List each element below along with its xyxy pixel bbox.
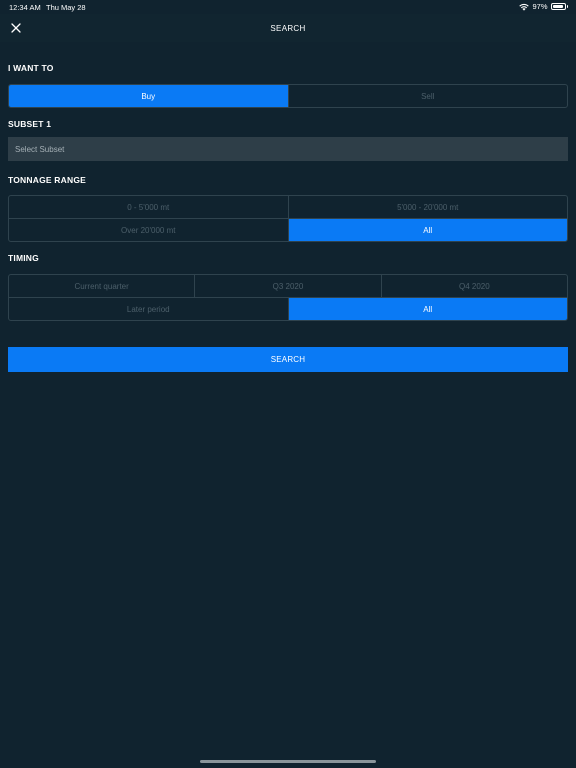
tonnage-option-5000-20000[interactable]: 5'000 - 20'000 mt xyxy=(287,196,568,218)
intent-option-sell[interactable]: Sell xyxy=(287,85,568,107)
subset-select[interactable]: Select Subset xyxy=(8,137,568,161)
battery-icon xyxy=(550,3,566,10)
nav-bar: SEARCH xyxy=(0,14,576,42)
subset-label: SUBSET 1 xyxy=(8,119,52,129)
battery-percentage: 97% xyxy=(532,2,548,11)
intent-option-buy[interactable]: Buy xyxy=(9,85,288,107)
status-bar: 12:34 AM Thu May 28 97% xyxy=(0,0,576,14)
intent-segmented-control: Buy Sell xyxy=(8,84,568,108)
tonnage-option-over-20000[interactable]: Over 20'000 mt xyxy=(9,219,288,241)
timing-option-q3-2020[interactable]: Q3 2020 xyxy=(194,275,380,297)
tonnage-option-all[interactable]: All xyxy=(287,219,567,241)
battery-fill xyxy=(552,5,564,8)
wifi-icon xyxy=(519,3,530,11)
home-indicator xyxy=(200,760,376,763)
timing-segmented-control: Current quarter Q3 2020 Q4 2020 Later pe… xyxy=(8,274,568,321)
tonnage-option-0-5000[interactable]: 0 - 5'000 mt xyxy=(9,196,288,218)
battery-tip xyxy=(566,5,568,8)
timing-option-all[interactable]: All xyxy=(287,298,567,320)
page-title: SEARCH xyxy=(270,24,306,33)
tonnage-label: TONNAGE RANGE xyxy=(8,175,87,185)
status-indicators: 97% xyxy=(519,2,568,11)
status-date: Thu May 28 xyxy=(46,3,86,12)
timing-option-q4-2020[interactable]: Q4 2020 xyxy=(380,275,567,297)
search-button[interactable]: SEARCH xyxy=(8,347,568,372)
timing-option-current-quarter[interactable]: Current quarter xyxy=(9,275,194,297)
intent-label: I WANT TO xyxy=(8,63,54,73)
timing-option-later-period[interactable]: Later period xyxy=(9,298,288,320)
timing-label: TIMING xyxy=(8,253,39,263)
status-time: 12:34 AM xyxy=(9,3,41,12)
tonnage-segmented-control: 0 - 5'000 mt 5'000 - 20'000 mt Over 20'0… xyxy=(8,195,568,242)
